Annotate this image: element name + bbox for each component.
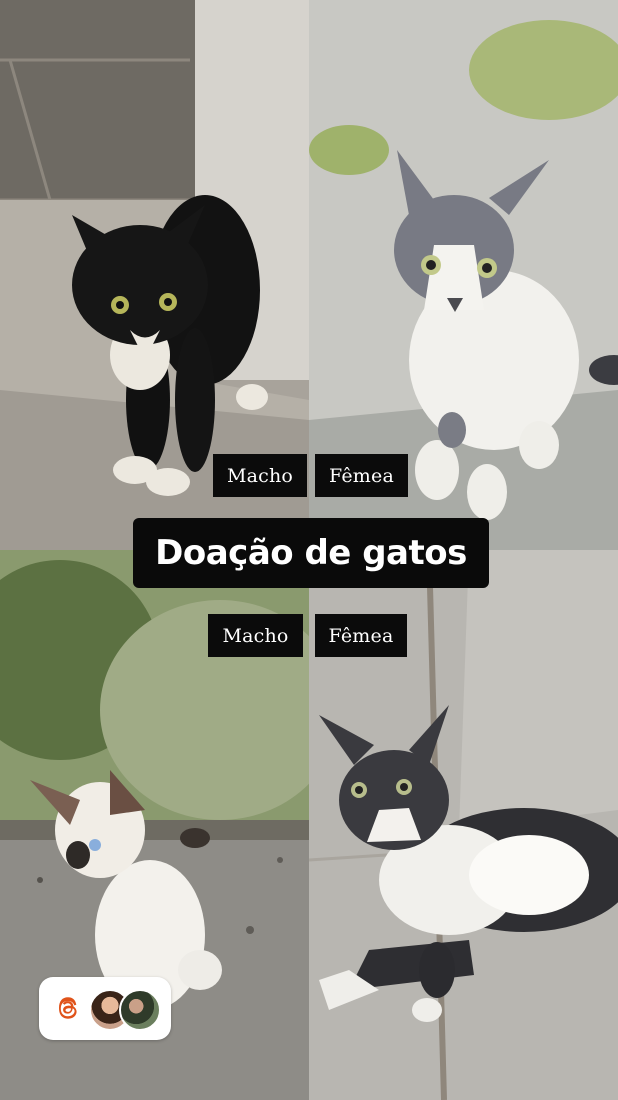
label-female-bottom: Fêmea — [315, 614, 407, 657]
story-title: Doação de gatos — [133, 518, 489, 588]
label-male-top: Macho — [213, 454, 307, 497]
label-male-bottom: Macho — [208, 614, 303, 657]
threads-badge[interactable] — [39, 977, 171, 1040]
story-canvas: Macho Fêmea Doação de gatos Macho Fêmea — [0, 0, 618, 1100]
threads-logo-icon — [59, 997, 77, 1019]
label-female-top: Fêmea — [315, 454, 408, 497]
avatar[interactable] — [119, 989, 161, 1031]
